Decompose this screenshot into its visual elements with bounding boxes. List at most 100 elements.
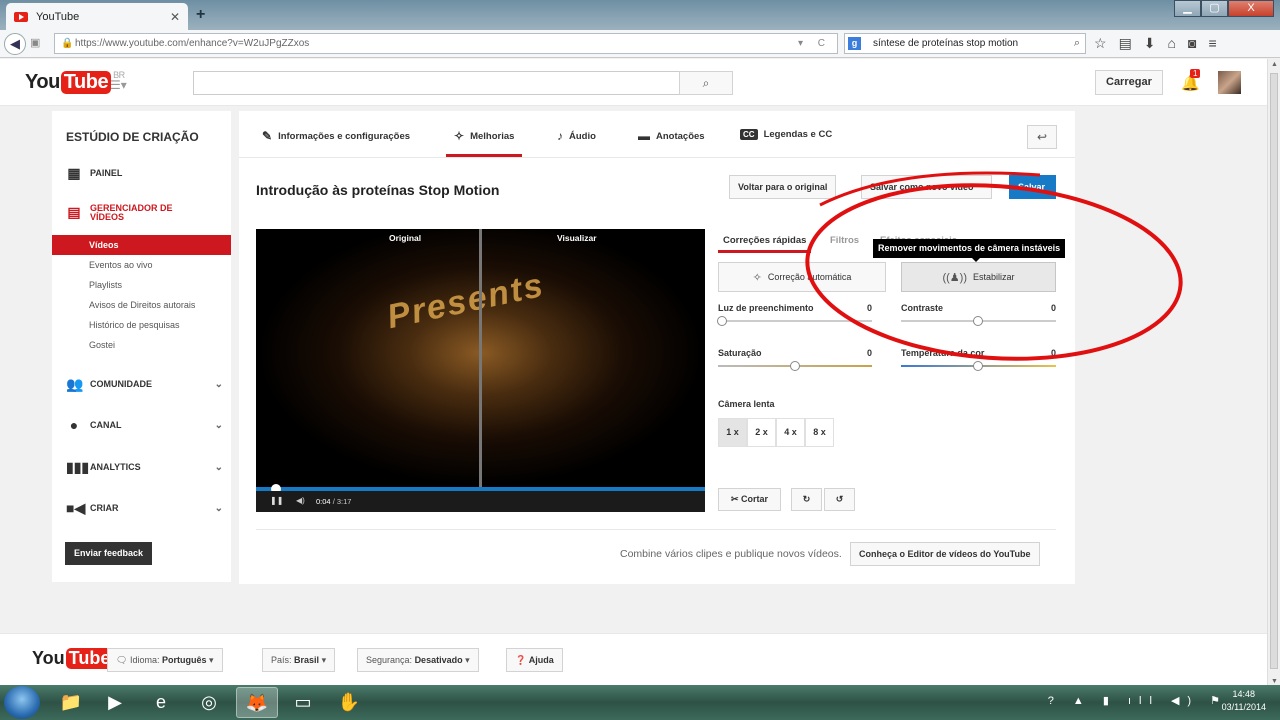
- sidebar-label-painel: PAINEL: [90, 168, 123, 178]
- system-tray-icons[interactable]: ? ▲ ▮ ıll ◀) ⚑: [1048, 694, 1228, 707]
- auto-fix-button[interactable]: ✧ Correção automática: [718, 262, 886, 292]
- tab-title: YouTube: [36, 10, 80, 23]
- minimize-button[interactable]: ▁: [1174, 0, 1201, 17]
- safety-label: Segurança:: [366, 655, 413, 665]
- sidebar-subitem-historico[interactable]: Histórico de pesquisas: [89, 320, 180, 330]
- sidebar-item-analytics[interactable]: ▮▮▮ ANALYTICS ⌄: [66, 459, 223, 475]
- youtube-search-input[interactable]: [193, 71, 680, 95]
- language-selector[interactable]: 🗨 Idioma: Português ▾: [107, 648, 223, 672]
- speed-2x-button[interactable]: 2 x: [747, 418, 776, 447]
- page-scrollbar[interactable]: ▲ ▼: [1267, 59, 1280, 687]
- tab-quick-fixes[interactable]: Correções rápidas: [717, 235, 812, 253]
- sidebar-subitem-videos[interactable]: Vídeos: [52, 235, 231, 255]
- addon-icon[interactable]: ◙: [1188, 35, 1196, 52]
- rotate-right-button[interactable]: ↻: [791, 488, 822, 511]
- country-selector[interactable]: País: Brasil ▾: [262, 648, 336, 672]
- youtube-search-button[interactable]: ⌕: [679, 71, 733, 95]
- split-divider[interactable]: [479, 229, 482, 487]
- page-identity-icon[interactable]: ▣: [30, 36, 40, 49]
- tab-audio[interactable]: ♪ Áudio: [557, 129, 596, 143]
- caret-down-icon: ▾: [465, 655, 470, 665]
- browser-tab-youtube[interactable]: YouTube ✕: [6, 3, 188, 30]
- browser-search-bar[interactable]: g síntese de proteínas stop motion ⌕: [844, 33, 1086, 54]
- time-total: 3:17: [336, 497, 352, 506]
- notifications-bell-icon[interactable]: 🔔 1: [1181, 69, 1201, 92]
- tab-subtitles[interactable]: CC Legendas e CC: [740, 129, 832, 140]
- video-player[interactable]: Presents Original Visualizar ❚❚ ◀) 0:04 …: [256, 229, 705, 512]
- tab-enhancements[interactable]: ✧ Melhorias: [445, 129, 523, 157]
- browser-navbar: ◀ ▣ 🔒 https://www.youtube.com/enhance?v=…: [0, 30, 1280, 58]
- bookmark-star-icon[interactable]: ☆: [1094, 35, 1107, 52]
- scroll-down-icon[interactable]: ▼: [1271, 678, 1278, 685]
- fill-light-slider[interactable]: [718, 320, 872, 322]
- menu-icon[interactable]: ≡: [1208, 35, 1216, 52]
- sidebar-subitem-avisos[interactable]: Avisos de Direitos autorais: [89, 300, 195, 310]
- close-window-button[interactable]: X: [1228, 0, 1274, 17]
- taskbar-clock[interactable]: 14:48 03/11/2014: [1222, 688, 1266, 714]
- tab-filters[interactable]: Filtros: [830, 235, 859, 246]
- sidebar-item-painel[interactable]: ▦ PAINEL: [66, 165, 223, 181]
- sidebar-subitem-gostei[interactable]: Gostei: [89, 340, 115, 350]
- send-feedback-button[interactable]: Enviar feedback: [65, 542, 153, 565]
- sidebar-item-gerenciador[interactable]: ▤ GERENCIADOR DE VÍDEOS: [66, 204, 223, 222]
- scroll-thumb[interactable]: [1270, 73, 1278, 669]
- tab-label: Melhorias: [470, 130, 515, 142]
- safety-selector[interactable]: Segurança: Desativado ▾: [357, 648, 479, 672]
- chrome-taskbar-icon[interactable]: ◎: [188, 687, 230, 718]
- sticky-notes-taskbar-icon[interactable]: ▭: [282, 687, 324, 718]
- speed-1x-button[interactable]: 1 x: [718, 418, 747, 447]
- maximize-button[interactable]: ▢: [1201, 0, 1228, 17]
- rotate-left-button[interactable]: ↺: [824, 488, 855, 511]
- sidebar-subitem-eventos[interactable]: Eventos ao vivo: [89, 260, 153, 270]
- tab-close-icon[interactable]: ✕: [170, 10, 180, 24]
- start-button[interactable]: [4, 686, 40, 719]
- google-engine-icon[interactable]: g: [848, 37, 861, 50]
- contrast-slider-thumb[interactable]: [973, 316, 983, 326]
- temperature-slider-thumb[interactable]: [973, 361, 983, 371]
- saturation-value: 0: [867, 348, 873, 358]
- home-icon[interactable]: ⌂: [1168, 35, 1176, 52]
- tab-annotations[interactable]: ▬ Anotações: [638, 129, 705, 143]
- scroll-up-icon[interactable]: ▲: [1271, 61, 1278, 68]
- firefox-taskbar-icon[interactable]: 🦊: [236, 687, 278, 718]
- explorer-taskbar-icon[interactable]: 📁: [50, 687, 92, 718]
- search-icon[interactable]: ⌕: [1074, 34, 1080, 53]
- reload-icon[interactable]: ▾ C: [798, 34, 831, 53]
- volume-icon[interactable]: ◀): [296, 496, 305, 505]
- sidebar-subitem-playlists[interactable]: Playlists: [89, 280, 122, 290]
- speed-4x-button[interactable]: 4 x: [776, 418, 805, 447]
- dashboard-icon: ▦: [67, 165, 81, 181]
- caret-down-icon: ▾: [321, 655, 327, 665]
- tab-label: Áudio: [569, 130, 596, 142]
- sidebar-item-comunidade[interactable]: 👥 COMUNIDADE ⌄: [66, 376, 223, 392]
- ie-taskbar-icon[interactable]: e: [140, 687, 182, 718]
- save-as-new-button[interactable]: Salvar como novo vídeo: [861, 175, 992, 199]
- bookmarks-icon[interactable]: ▤: [1119, 35, 1132, 52]
- sidebar-item-canal[interactable]: ● CANAL ⌄: [66, 417, 223, 433]
- download-icon[interactable]: ⬇: [1144, 35, 1156, 52]
- language-value: Português: [161, 655, 207, 665]
- fill-light-slider-thumb[interactable]: [717, 316, 727, 326]
- pause-icon[interactable]: ❚❚: [270, 496, 283, 505]
- game-taskbar-icon[interactable]: ✋: [328, 687, 370, 718]
- trim-button[interactable]: ✂ Cortar: [718, 488, 781, 511]
- help-button[interactable]: ❓ Ajuda: [506, 648, 563, 672]
- footer-youtube-logo[interactable]: You Tube: [32, 648, 114, 669]
- guide-menu-icon[interactable]: ☰▾: [110, 78, 127, 92]
- tab-info-settings[interactable]: ✎ Informações e configurações: [262, 129, 410, 143]
- upload-button[interactable]: Carregar: [1095, 70, 1163, 95]
- sidebar-item-criar[interactable]: ■◀ CRIAR ⌄: [66, 500, 223, 516]
- stabilize-button[interactable]: ((♟)) Estabilizar: [901, 262, 1056, 292]
- video-editor-link-button[interactable]: Conheça o Editor de vídeos do YouTube: [850, 542, 1040, 566]
- scissors-icon: ✂: [730, 494, 742, 504]
- back-arrow-button[interactable]: ↩: [1027, 125, 1057, 149]
- new-tab-button[interactable]: +: [196, 6, 205, 24]
- back-arrow-icon[interactable]: ◀: [4, 33, 26, 55]
- save-button[interactable]: Salvar: [1009, 175, 1056, 199]
- avatar[interactable]: [1218, 71, 1241, 94]
- address-bar[interactable]: 🔒 https://www.youtube.com/enhance?v=W2uJ…: [54, 33, 838, 54]
- saturation-slider-thumb[interactable]: [790, 361, 800, 371]
- revert-original-button[interactable]: Voltar para o original: [729, 175, 837, 199]
- media-player-taskbar-icon[interactable]: ▶: [94, 687, 136, 718]
- speed-8x-button[interactable]: 8 x: [805, 418, 834, 447]
